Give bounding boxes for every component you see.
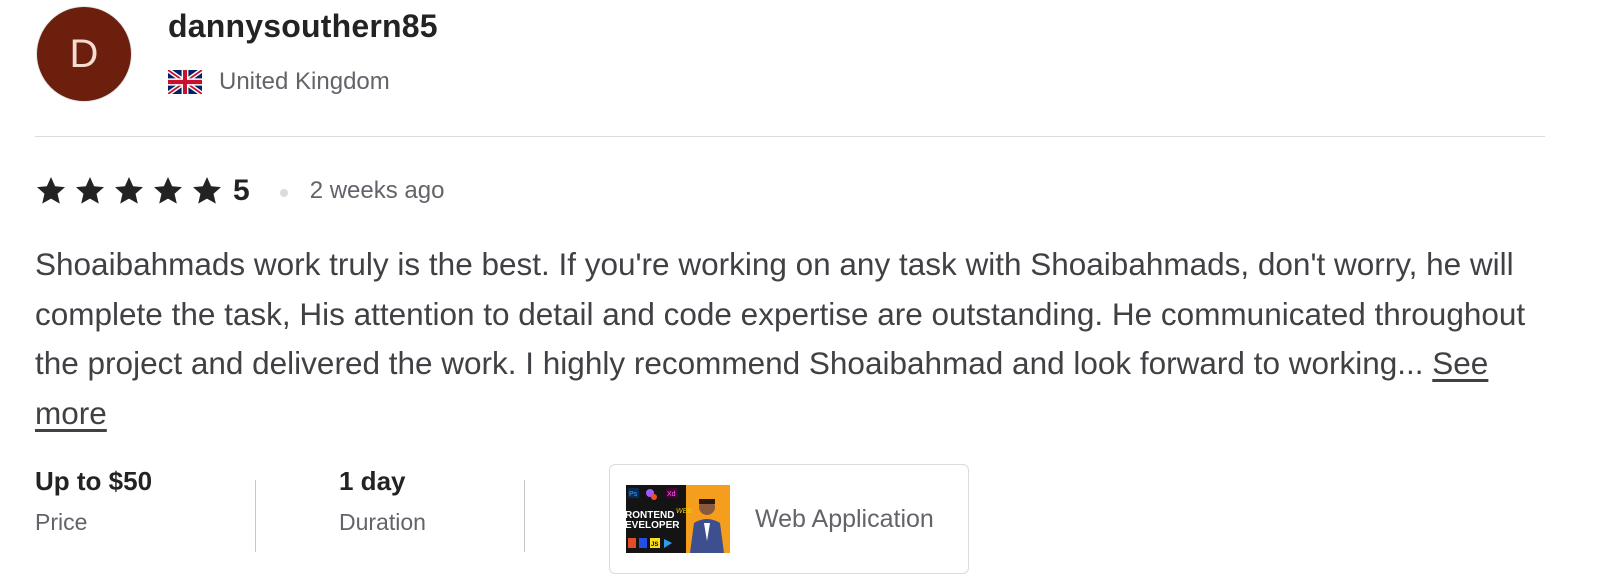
thumb-badge-ps: Ps [629, 491, 638, 498]
price-label: Price [35, 509, 88, 535]
duration-value: 1 day [339, 466, 406, 496]
review-body: Shoaibahmads work truly is the best. If … [35, 246, 1526, 381]
star-icon [193, 177, 221, 204]
rating-row: 5 2 weeks ago [35, 172, 444, 210]
star-icon [76, 177, 104, 204]
thumb-text-line2: EVELOPER [626, 520, 680, 531]
star-icon [154, 177, 182, 204]
gig-card[interactable]: Ps Xd RONTEND EVELOPER WEB JS Web Applic… [609, 464, 969, 574]
star-icon [37, 177, 65, 204]
gig-thumbnail: Ps Xd RONTEND EVELOPER WEB JS [626, 485, 730, 553]
reviewer-country: United Kingdom [219, 68, 390, 95]
review-time: 2 weeks ago [309, 177, 445, 204]
duration-block: 1 day Duration [339, 466, 426, 536]
meta-separator [255, 480, 256, 552]
meta-separator [524, 480, 525, 552]
price-value: Up to $50 [35, 466, 153, 496]
separator-dot [279, 189, 288, 197]
star-icon [115, 177, 143, 204]
price-block: Up to $50 Price [35, 466, 152, 536]
thumb-badge-js: JS [651, 542, 658, 548]
gig-title: Web Application [755, 504, 934, 533]
star-rating [35, 175, 230, 207]
duration-label: Duration [339, 509, 426, 535]
reviewer-country-row: United Kingdom [168, 68, 390, 96]
avatar[interactable]: D [36, 6, 132, 102]
uk-flag-icon [168, 70, 202, 94]
reviewer-username[interactable]: dannysouthern85 [168, 8, 438, 45]
review-text: Shoaibahmads work truly is the best. If … [35, 240, 1565, 438]
rating-value: 5 [233, 174, 250, 207]
thumb-badge-xd: Xd [667, 491, 676, 498]
avatar-initial: D [69, 31, 99, 76]
divider [35, 136, 1545, 137]
thumb-text-web: WEB [676, 508, 692, 515]
